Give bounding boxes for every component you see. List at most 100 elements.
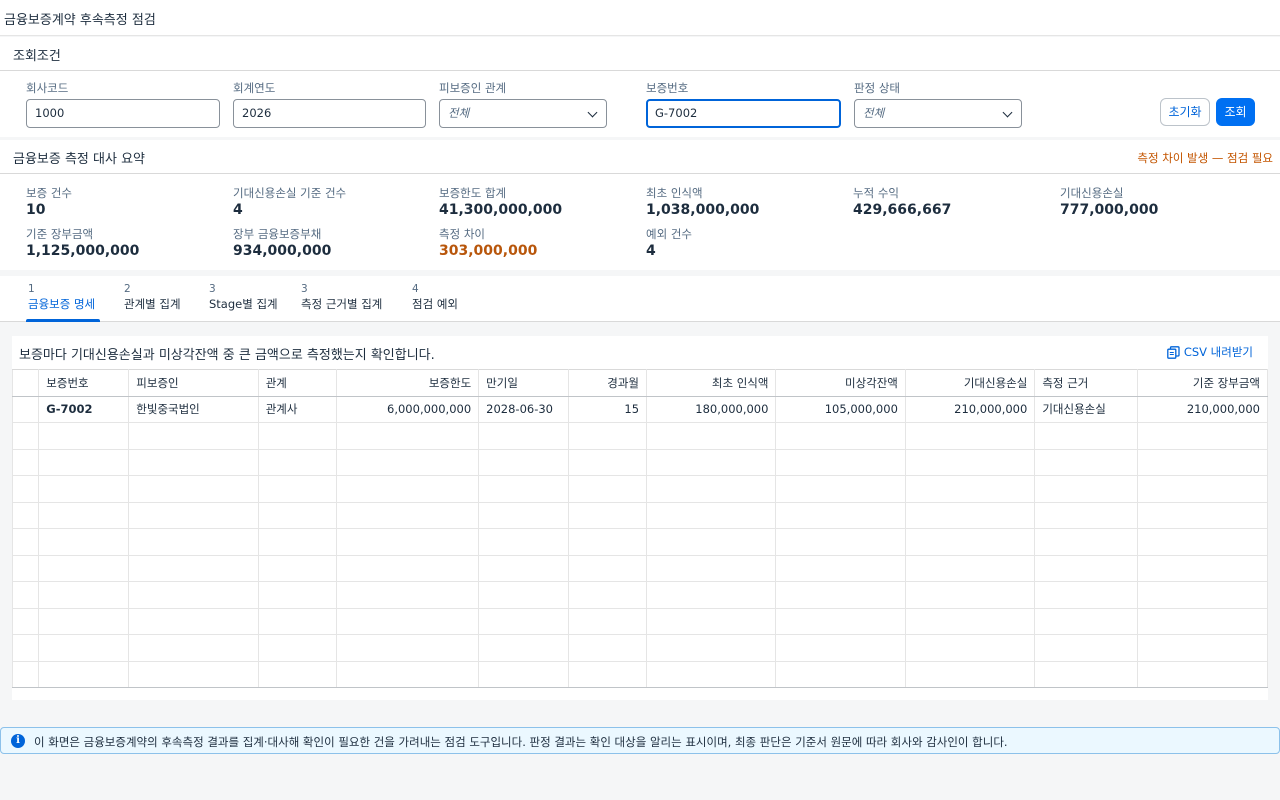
- table-cell: G-7002: [38, 395, 130, 423]
- column-header[interactable]: 기준 장부금액: [1137, 369, 1268, 397]
- chevron-down-icon: [587, 107, 598, 118]
- kpi-value: 41,300,000,000: [439, 202, 563, 218]
- tab-by-measurement-basis[interactable]: 3 측정 근거별 집계: [299, 283, 389, 322]
- summary-panel: 금융보증 측정 대사 요약 측정 차이 발생 — 점검 필요 보증 건수 10 …: [0, 140, 1280, 270]
- csv-download-label: CSV 내려받기: [1183, 345, 1253, 359]
- summary-title: 금융보증 측정 대사 요약: [13, 152, 145, 167]
- tab-label: 관계별 집계: [124, 297, 181, 311]
- kpi-label: 보증 건수: [26, 186, 72, 200]
- relationship-select-value: 전체: [448, 106, 470, 120]
- kpi-label: 기대신용손실: [1060, 186, 1124, 200]
- column-header[interactable]: 최초 인식액: [646, 369, 777, 397]
- page-title: 금융보증계약 후속측정 점검: [4, 13, 156, 28]
- relationship-label: 피보증인 관계: [439, 81, 507, 95]
- judgment-status-select-value: 전체: [863, 106, 885, 120]
- guarantee-no-label: 보증번호: [646, 81, 689, 95]
- chevron-down-icon: [1002, 107, 1013, 118]
- search-button[interactable]: 조회: [1216, 98, 1255, 126]
- column-header[interactable]: 미상각잔액: [775, 369, 906, 397]
- info-message: 이 화면은 금융보증계약의 후속측정 결과를 집계·대사해 확인이 필요한 건을…: [34, 735, 1008, 749]
- kpi-label: 예외 건수: [646, 227, 692, 241]
- empty-table-row: [11, 528, 1268, 556]
- fiscal-year-input[interactable]: 2026: [233, 99, 426, 128]
- guarantee-table: 보증번호 피보증인 관계 보증한도 만기일 경과월 최초 인식액 미상각잔액 기…: [11, 369, 1268, 688]
- column-header-select[interactable]: [11, 369, 40, 397]
- tab-count: 3: [209, 283, 216, 295]
- tab-bar: 1 금융보증 명세 2 관계별 집계 3 Stage별 집계 3 측정 근거별 …: [0, 276, 1280, 322]
- table-cell: 210,000,000: [1137, 395, 1268, 423]
- page-header: 금융보증계약 후속측정 점검: [0, 0, 1280, 36]
- filter-panel: 조회조건 회사코드 1000 회계연도 2026 피보증인 관계 전체 보증번호…: [0, 37, 1280, 137]
- kpi-label: 최초 인식액: [646, 186, 703, 200]
- tab-guarantee-detail[interactable]: 1 금융보증 명세: [26, 283, 100, 322]
- empty-table-row: [11, 660, 1268, 688]
- tab-by-stage[interactable]: 3 Stage별 집계: [207, 283, 279, 322]
- kpi-label: 기준 장부금액: [26, 227, 94, 241]
- kpi-value: 1,038,000,000: [646, 202, 760, 218]
- relationship-select[interactable]: 전체: [439, 99, 607, 128]
- table-description: 보증마다 기대신용손실과 미상각잔액 중 큰 금액으로 측정했는지 확인합니다.: [19, 348, 435, 363]
- csv-download-button[interactable]: CSV 내려받기: [1166, 344, 1253, 360]
- company-code-input[interactable]: 1000: [26, 99, 220, 128]
- summary-header: 금융보증 측정 대사 요약 측정 차이 발생 — 점검 필요: [0, 140, 1280, 174]
- table-cell: 관계사: [257, 395, 337, 423]
- download-icon: [1166, 345, 1180, 359]
- tab-count: 4: [412, 283, 419, 295]
- tab-count: 1: [28, 283, 35, 295]
- tab-active-indicator: [26, 319, 100, 322]
- table-row[interactable]: G-7002 한빛중국법인 관계사 6,000,000,000 2028-06-…: [11, 395, 1268, 423]
- filter-header: 조회조건: [0, 37, 1280, 71]
- empty-table-row: [11, 448, 1268, 476]
- table-cell: 6,000,000,000: [335, 395, 480, 423]
- judgment-status-label: 판정 상태: [854, 81, 900, 95]
- info-icon: i: [11, 734, 25, 748]
- table-panel: 보증마다 기대신용손실과 미상각잔액 중 큰 금액으로 측정했는지 확인합니다.…: [11, 336, 1268, 700]
- empty-table-row: [11, 475, 1268, 503]
- kpi-value: 777,000,000: [1060, 202, 1159, 218]
- table-cell: 180,000,000: [646, 395, 777, 423]
- tab-label: 점검 예외: [412, 297, 458, 311]
- table-cell: 105,000,000: [775, 395, 906, 423]
- kpi-value: 429,666,667: [853, 202, 952, 218]
- filter-section-title: 조회조건: [13, 49, 61, 64]
- column-header[interactable]: 관계: [257, 369, 337, 397]
- empty-table-row: [11, 634, 1268, 662]
- table-cell: 15: [568, 395, 648, 423]
- empty-table-row: [11, 607, 1268, 635]
- kpi-value: 1,125,000,000: [26, 243, 140, 259]
- column-header[interactable]: 측정 근거: [1034, 369, 1139, 397]
- tab-exceptions[interactable]: 4 점검 예외: [410, 283, 464, 322]
- empty-table-row: [11, 501, 1268, 529]
- tab-label: 금융보증 명세: [28, 297, 96, 311]
- kpi-label: 장부 금융보증부채: [233, 227, 322, 241]
- kpi-value-measurement-difference: 303,000,000: [439, 243, 538, 259]
- column-header[interactable]: 보증번호: [38, 369, 130, 397]
- kpi-value: 4: [233, 202, 243, 218]
- column-header[interactable]: 경과월: [568, 369, 648, 397]
- kpi-label: 기대신용손실 기준 건수: [233, 186, 347, 200]
- fiscal-year-label: 회계연도: [233, 81, 276, 95]
- reset-button[interactable]: 초기화: [1160, 98, 1210, 126]
- column-header[interactable]: 보증한도: [335, 369, 480, 397]
- empty-table-row: [11, 581, 1268, 609]
- column-header[interactable]: 기대신용손실: [904, 369, 1036, 397]
- kpi-label: 보증한도 합계: [439, 186, 507, 200]
- table-cell: [11, 395, 40, 423]
- tab-by-relationship[interactable]: 2 관계별 집계: [122, 283, 186, 322]
- column-header[interactable]: 만기일: [478, 369, 570, 397]
- table-cell: 2028-06-30: [478, 395, 570, 423]
- info-message-strip: i 이 화면은 금융보증계약의 후속측정 결과를 집계·대사해 확인이 필요한 …: [0, 727, 1280, 754]
- empty-table-row: [11, 554, 1268, 582]
- empty-table-row: [11, 422, 1268, 450]
- guarantee-no-input[interactable]: G-7002: [646, 99, 841, 128]
- kpi-value: 934,000,000: [233, 243, 332, 259]
- kpi-value: 4: [646, 243, 656, 259]
- table-cell: 한빛중국법인: [128, 395, 259, 423]
- kpi-label: 측정 차이: [439, 227, 485, 241]
- judgment-status-select[interactable]: 전체: [854, 99, 1022, 128]
- measurement-warning: 측정 차이 발생 — 점검 필요: [1137, 151, 1273, 165]
- column-header[interactable]: 피보증인: [128, 369, 259, 397]
- table-cell: 기대신용손실: [1034, 395, 1139, 423]
- table-header-row: 보증번호 피보증인 관계 보증한도 만기일 경과월 최초 인식액 미상각잔액 기…: [11, 369, 1268, 397]
- kpi-value: 10: [26, 202, 46, 218]
